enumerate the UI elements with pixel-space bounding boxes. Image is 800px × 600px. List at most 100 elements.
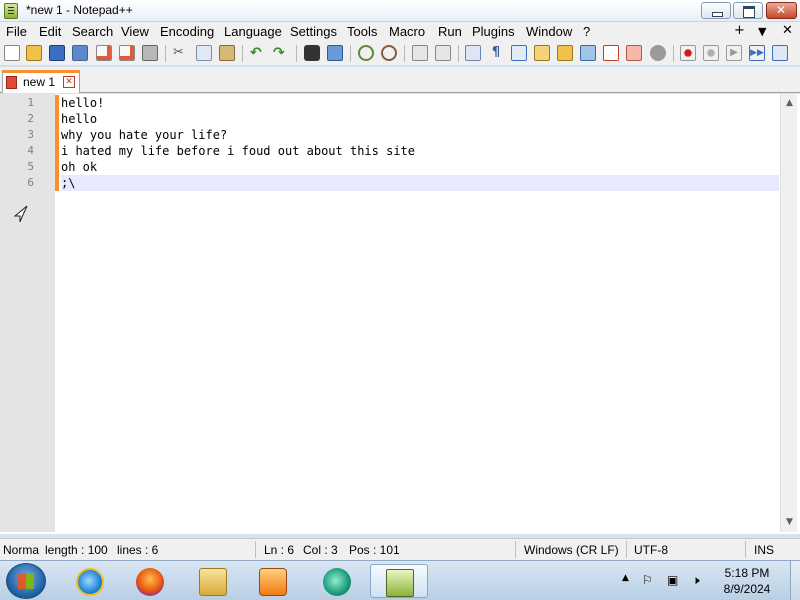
sync-vertical-icon[interactable] (412, 45, 428, 61)
cut-icon[interactable]: ✂ (173, 45, 189, 61)
paste-icon[interactable] (219, 45, 235, 61)
save-macro-icon[interactable] (772, 45, 788, 61)
status-separator (515, 541, 516, 558)
playback-macro-icon[interactable]: ▶ (726, 45, 742, 61)
show-desktop-button[interactable] (790, 561, 800, 600)
taskbar-notepadpp[interactable] (370, 564, 428, 598)
system-clock[interactable]: 5:18 PM 8/9/2024 (712, 565, 782, 597)
copy-icon[interactable] (196, 45, 212, 61)
find-icon[interactable] (304, 45, 320, 61)
scroll-up-icon[interactable]: ▲ (783, 96, 796, 111)
folder-icon (199, 568, 227, 596)
indent-guide-icon[interactable] (511, 45, 527, 61)
menu-window[interactable]: Window (526, 24, 572, 39)
title-bar[interactable]: *new 1 - Notepad++ (0, 0, 800, 22)
toolbar-separator (673, 45, 674, 62)
text-line[interactable]: why you hate your life? (61, 127, 227, 143)
status-bar: Norma length : 100 lines : 6 Ln : 6 Col … (0, 538, 800, 560)
menu-help[interactable]: ? (583, 24, 590, 39)
show-all-characters-icon[interactable]: ¶ (488, 45, 504, 61)
status-separator (255, 541, 256, 558)
clock-time: 5:18 PM (724, 566, 770, 580)
menu-encoding[interactable]: Encoding (160, 24, 214, 39)
save-icon[interactable] (49, 45, 65, 61)
text-line[interactable]: hello (61, 111, 97, 127)
close-document-icon[interactable]: ✕ (782, 23, 793, 38)
toolbar-separator (296, 45, 297, 62)
line-number: 4 (27, 144, 34, 157)
status-eol-format[interactable]: Windows (CR LF) (524, 543, 619, 557)
taskbar-internet-explorer[interactable] (65, 564, 115, 598)
menu-language[interactable]: Language (224, 24, 282, 39)
monitoring-icon[interactable] (650, 45, 666, 61)
minimize-button[interactable] (701, 2, 731, 19)
menu-view[interactable]: View (121, 24, 149, 39)
menu-macro[interactable]: Macro (389, 24, 425, 39)
zoom-out-icon[interactable] (381, 45, 397, 61)
tab-close-icon[interactable]: ✕ (63, 76, 75, 88)
start-button-icon[interactable] (6, 563, 46, 599)
undo-icon[interactable]: ↶ (250, 45, 266, 61)
toolbar-separator (404, 45, 405, 62)
replace-icon[interactable] (327, 45, 343, 61)
menu-edit[interactable]: Edit (39, 24, 61, 39)
media-player-icon (259, 568, 287, 596)
text-line[interactable]: i hated my life before i foud out about … (61, 143, 415, 159)
zoom-in-icon[interactable] (358, 45, 374, 61)
menu-file[interactable]: File (6, 24, 27, 39)
network-icon[interactable]: ▣ (667, 573, 678, 587)
menu-plugins[interactable]: Plugins (472, 24, 515, 39)
status-encoding[interactable]: UTF-8 (634, 543, 668, 557)
maximize-button[interactable] (733, 2, 763, 19)
action-center-flag-icon[interactable]: ⚐ (642, 573, 653, 587)
status-insert-mode[interactable]: INS (754, 543, 774, 557)
text-line[interactable]: oh ok (61, 159, 97, 175)
print-icon[interactable] (142, 45, 158, 61)
sync-horizontal-icon[interactable] (435, 45, 451, 61)
new-file-icon[interactable] (4, 45, 20, 61)
internet-explorer-icon (76, 568, 104, 596)
text-line[interactable]: ;\ (61, 175, 75, 191)
tab-new-1[interactable]: new 1 ✕ (2, 70, 80, 93)
folder-as-workspace-icon[interactable] (626, 45, 642, 61)
user-defined-language-icon[interactable] (534, 45, 550, 61)
taskbar-windows-explorer[interactable] (188, 564, 238, 598)
text-line[interactable]: hello! (61, 95, 104, 111)
save-all-icon[interactable] (72, 45, 88, 61)
menu-settings[interactable]: Settings (290, 24, 337, 39)
editor-area[interactable]: 1 2 3 4 5 6 hello! hello why you hate yo… (0, 94, 800, 534)
taskbar-browser[interactable] (312, 564, 362, 598)
open-file-icon[interactable] (26, 45, 42, 61)
tab-list-dropdown-icon[interactable]: ▼ (758, 25, 766, 38)
menu-search[interactable]: Search (72, 24, 113, 39)
document-list-icon[interactable] (580, 45, 596, 61)
line-number-gutter: 1 2 3 4 5 6 (0, 94, 55, 532)
word-wrap-icon[interactable] (465, 45, 481, 61)
scroll-down-icon[interactable]: ▼ (783, 515, 796, 530)
show-hidden-icons-icon[interactable]: ▲ (622, 573, 629, 583)
document-map-icon[interactable] (557, 45, 573, 61)
menu-run[interactable]: Run (438, 24, 462, 39)
menu-tools[interactable]: Tools (347, 24, 377, 39)
windows-taskbar: ▲ ⚐ ▣ 🕨 5:18 PM 8/9/2024 (0, 560, 800, 600)
toolbar-separator (350, 45, 351, 62)
unsaved-document-icon (6, 76, 17, 89)
stop-recording-icon[interactable] (703, 45, 719, 61)
line-number: 3 (27, 128, 34, 141)
window-title: *new 1 - Notepad++ (26, 3, 133, 17)
status-separator (745, 541, 746, 558)
redo-icon[interactable]: ↷ (273, 45, 289, 61)
record-macro-icon[interactable] (680, 45, 696, 61)
taskbar-firefox[interactable] (125, 564, 175, 598)
vertical-scrollbar[interactable]: ▲ ▼ (780, 94, 797, 532)
new-tab-plus-icon[interactable]: + (734, 23, 745, 38)
volume-muted-icon[interactable]: 🕨 (692, 573, 700, 588)
close-all-icon[interactable] (119, 45, 135, 61)
run-macro-multiple-icon[interactable]: ▶▶ (749, 45, 765, 61)
clock-date: 8/9/2024 (723, 582, 771, 596)
status-length: length : 100 (45, 543, 108, 557)
taskbar-media-player[interactable] (248, 564, 298, 598)
close-window-button[interactable] (766, 2, 797, 19)
close-file-icon[interactable] (96, 45, 112, 61)
function-list-icon[interactable] (603, 45, 619, 61)
